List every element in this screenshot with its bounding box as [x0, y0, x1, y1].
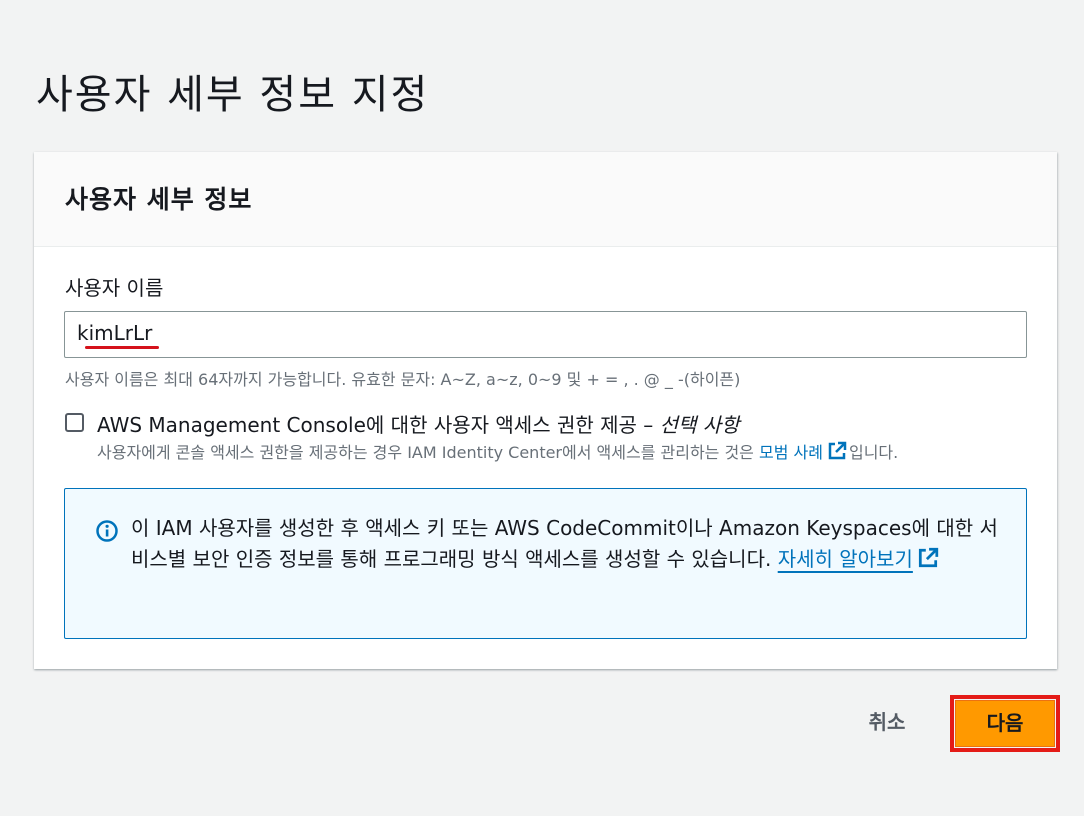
console-access-desc-after: 입니다. — [848, 443, 899, 462]
next-button[interactable]: 다음 — [955, 700, 1055, 747]
card-header: 사용자 세부 정보 — [34, 152, 1057, 247]
username-input[interactable]: kimLrLr — [64, 311, 1027, 358]
page-title: 사용자 세부 정보 지정 — [36, 71, 430, 118]
username-label: 사용자 이름 — [65, 276, 164, 300]
console-access-optional: 선택 사항 — [659, 413, 740, 437]
external-link-icon[interactable] — [917, 547, 939, 569]
console-access-checkbox[interactable] — [65, 413, 84, 432]
info-alert: 이 IAM 사용자를 생성한 후 액세스 키 또는 AWS CodeCommit… — [64, 488, 1027, 639]
console-access-label-main: AWS Management Console에 대한 사용자 액세스 권한 제공… — [97, 413, 660, 437]
user-details-card: 사용자 세부 정보 사용자 이름 kimLrLr 사용자 이름은 최대 64자까… — [34, 152, 1057, 669]
username-input-value: kimLrLr — [77, 321, 153, 345]
info-message: 이 IAM 사용자를 생성한 후 액세스 키 또는 AWS CodeCommit… — [131, 513, 1001, 575]
console-access-desc-before: 사용자에게 콘솔 액세스 권한을 제공하는 경우 IAM Identity Ce… — [97, 443, 759, 462]
card-title: 사용자 세부 정보 — [65, 185, 253, 214]
best-practice-link[interactable]: 모범 사례 — [759, 443, 823, 462]
console-access-label[interactable]: AWS Management Console에 대한 사용자 액세스 권한 제공… — [97, 409, 740, 438]
console-access-description: 사용자에게 콘솔 액세스 권한을 제공하는 경우 IAM Identity Ce… — [97, 439, 898, 463]
cancel-button[interactable]: 취소 — [848, 704, 926, 740]
spellcheck-underline — [85, 346, 159, 349]
info-icon — [96, 520, 118, 542]
learn-more-link[interactable]: 자세히 알아보기 — [778, 547, 913, 571]
external-link-icon[interactable] — [827, 441, 847, 461]
username-hint: 사용자 이름은 최대 64자까지 가능합니다. 유효한 문자: A~Z, a~z… — [65, 370, 741, 389]
